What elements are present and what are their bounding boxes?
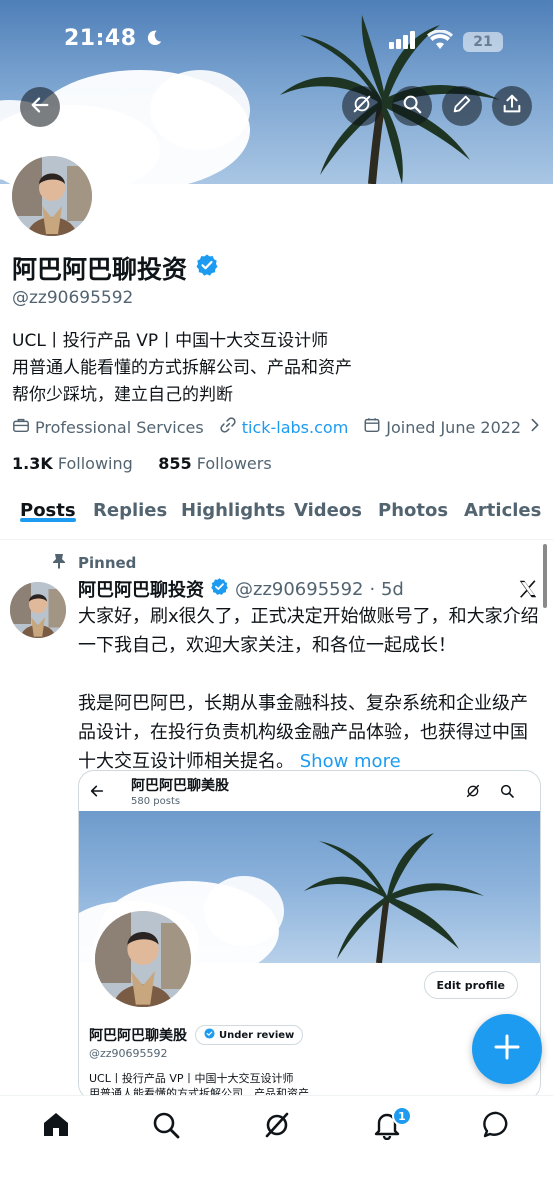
- bottom-navigation: 1: [0, 1095, 553, 1200]
- share-button[interactable]: [492, 86, 532, 126]
- card-handle: @zz90695592: [89, 1047, 168, 1060]
- card-profile-name: 阿巴阿巴聊美股 Under review: [89, 1025, 304, 1045]
- x-logo-icon[interactable]: [517, 578, 539, 600]
- verified-badge-icon: [204, 1028, 215, 1042]
- show-more-link[interactable]: Show more: [300, 751, 401, 772]
- grok-icon: [465, 783, 481, 803]
- status-bar: 21:48 21: [0, 0, 553, 80]
- moon-icon: [145, 28, 163, 53]
- profile-bio: UCL丨投行产品 VP丨中国十大交互设计师 用普通人能看懂的方式拆解公司、产品和…: [12, 328, 352, 409]
- nav-grok[interactable]: [262, 1110, 292, 1140]
- home-icon: [41, 1113, 71, 1144]
- card-name-text: 阿巴阿巴聊美股: [89, 1028, 187, 1044]
- calendar-icon: [363, 416, 381, 438]
- post-timestamp[interactable]: · 5d: [370, 579, 404, 600]
- post-paragraph: 我是阿巴阿巴，长期从事金融科技、复杂系统和企业级产品设计，在投行负责机构级金融产…: [78, 689, 544, 776]
- search-icon: [499, 783, 515, 803]
- arrow-left-icon: [29, 94, 51, 120]
- post-author-avatar[interactable]: [10, 582, 66, 638]
- status-indicators: 21: [389, 29, 503, 54]
- profile-tabs: Posts Replies Highlights Videos Photos A…: [0, 488, 553, 540]
- link-icon: [219, 416, 237, 438]
- profile-website[interactable]: tick-labs.com: [219, 416, 349, 438]
- avatar-image: [95, 911, 191, 1007]
- back-button[interactable]: [20, 87, 60, 127]
- avatar-image: [10, 582, 66, 638]
- post-author-handle[interactable]: @zz90695592: [235, 579, 364, 600]
- tab-posts[interactable]: Posts: [20, 488, 76, 522]
- tab-articles[interactable]: Articles: [464, 488, 541, 521]
- post-paragraph: 大家好，刷x很久了，正式决定开始做账号了，和大家介绍一下我自己，欢迎大家关注，和…: [78, 606, 539, 656]
- card-title: 阿巴阿巴聊美股: [131, 778, 229, 794]
- plus-icon: [493, 1033, 521, 1065]
- grok-icon: [262, 1112, 292, 1144]
- card-avatar: [91, 907, 195, 1011]
- battery-indicator: 21: [463, 32, 503, 52]
- nav-messages[interactable]: [482, 1110, 512, 1140]
- scrollbar[interactable]: [543, 544, 547, 608]
- post-text[interactable]: 大家好，刷x很久了，正式决定开始做账号了，和大家介绍一下我自己，欢迎大家关注，和…: [78, 602, 544, 776]
- card-post-count: 580 posts: [131, 796, 181, 807]
- pin-icon: [52, 553, 66, 573]
- post-header: 阿巴阿巴聊投资 @zz90695592 · 5d: [78, 576, 404, 602]
- joined-text: Joined June 2022: [386, 417, 522, 437]
- website-link[interactable]: tick-labs.com: [242, 418, 349, 437]
- clock-text: 21:48: [64, 26, 137, 51]
- compose-post-button[interactable]: [472, 1014, 542, 1084]
- followers-link[interactable]: 855 Followers: [158, 454, 271, 473]
- bio-line: UCL丨投行产品 VP丨中国十大交互设计师: [12, 331, 329, 351]
- card-header: 阿巴阿巴聊美股 580 posts: [79, 771, 540, 811]
- profile-name: 阿巴阿巴聊投资: [12, 250, 219, 286]
- following-link[interactable]: 1.3K Following: [12, 454, 133, 473]
- profile-banner[interactable]: 21:48 21: [0, 0, 553, 184]
- post-author-name[interactable]: 阿巴阿巴聊投资: [78, 576, 204, 602]
- profile-handle: @zz90695592: [12, 288, 134, 308]
- following-label: Following: [57, 454, 133, 473]
- card-edit-profile-button: Edit profile: [423, 971, 518, 999]
- profile-joined[interactable]: Joined June 2022: [363, 416, 544, 438]
- bell-icon: [372, 1113, 402, 1144]
- pinned-label: Pinned: [78, 554, 137, 572]
- notification-count-badge: 1: [392, 1106, 412, 1126]
- bio-line: 帮你少踩坑，建立自己的判断: [12, 385, 233, 405]
- search-icon: [401, 93, 423, 119]
- search-icon: [151, 1112, 181, 1144]
- profile-avatar[interactable]: [8, 152, 96, 240]
- bio-line: 用普通人能看懂的方式拆解公司、产品和资产: [12, 358, 352, 378]
- avatar-image: [12, 156, 92, 236]
- search-button[interactable]: [392, 86, 432, 126]
- verified-badge-icon[interactable]: [195, 253, 219, 283]
- status-time: 21:48: [64, 26, 163, 53]
- tab-replies[interactable]: Replies: [93, 488, 167, 521]
- grok-button[interactable]: [342, 86, 382, 126]
- pencil-icon: [451, 93, 473, 119]
- nav-home[interactable]: [41, 1110, 71, 1140]
- profile-meta: Professional Services tick-labs.com Join…: [12, 416, 553, 438]
- tab-photos[interactable]: Photos: [378, 488, 448, 521]
- arrow-left-icon: [89, 783, 105, 803]
- briefcase-icon: [12, 416, 30, 438]
- wifi-icon: [427, 29, 453, 54]
- tab-highlights[interactable]: Highlights: [181, 488, 285, 521]
- under-review-badge: Under review: [195, 1025, 304, 1045]
- follow-stats: 1.3K Following 855 Followers: [12, 454, 272, 473]
- review-badge-text: Under review: [219, 1029, 295, 1041]
- pinned-indicator: Pinned: [52, 553, 136, 573]
- followers-count: 855: [158, 454, 192, 473]
- share-icon: [501, 93, 523, 119]
- verified-badge-icon: [210, 577, 229, 601]
- card-bio-line: UCL丨投行产品 VP丨中国十大交互设计师: [89, 1072, 294, 1085]
- following-count: 1.3K: [12, 454, 53, 473]
- tab-videos[interactable]: Videos: [294, 488, 362, 521]
- profile-category: Professional Services: [12, 416, 204, 438]
- chat-bubble-icon: [482, 1111, 512, 1144]
- grok-icon: [351, 93, 373, 119]
- profile-name-text: 阿巴阿巴聊投资: [12, 255, 188, 284]
- followers-label: Followers: [196, 454, 272, 473]
- edit-button[interactable]: [442, 86, 482, 126]
- chevron-right-icon: [526, 416, 544, 438]
- cellular-signal-icon: [389, 31, 417, 53]
- nav-search[interactable]: [151, 1110, 181, 1140]
- category-text: Professional Services: [35, 417, 204, 437]
